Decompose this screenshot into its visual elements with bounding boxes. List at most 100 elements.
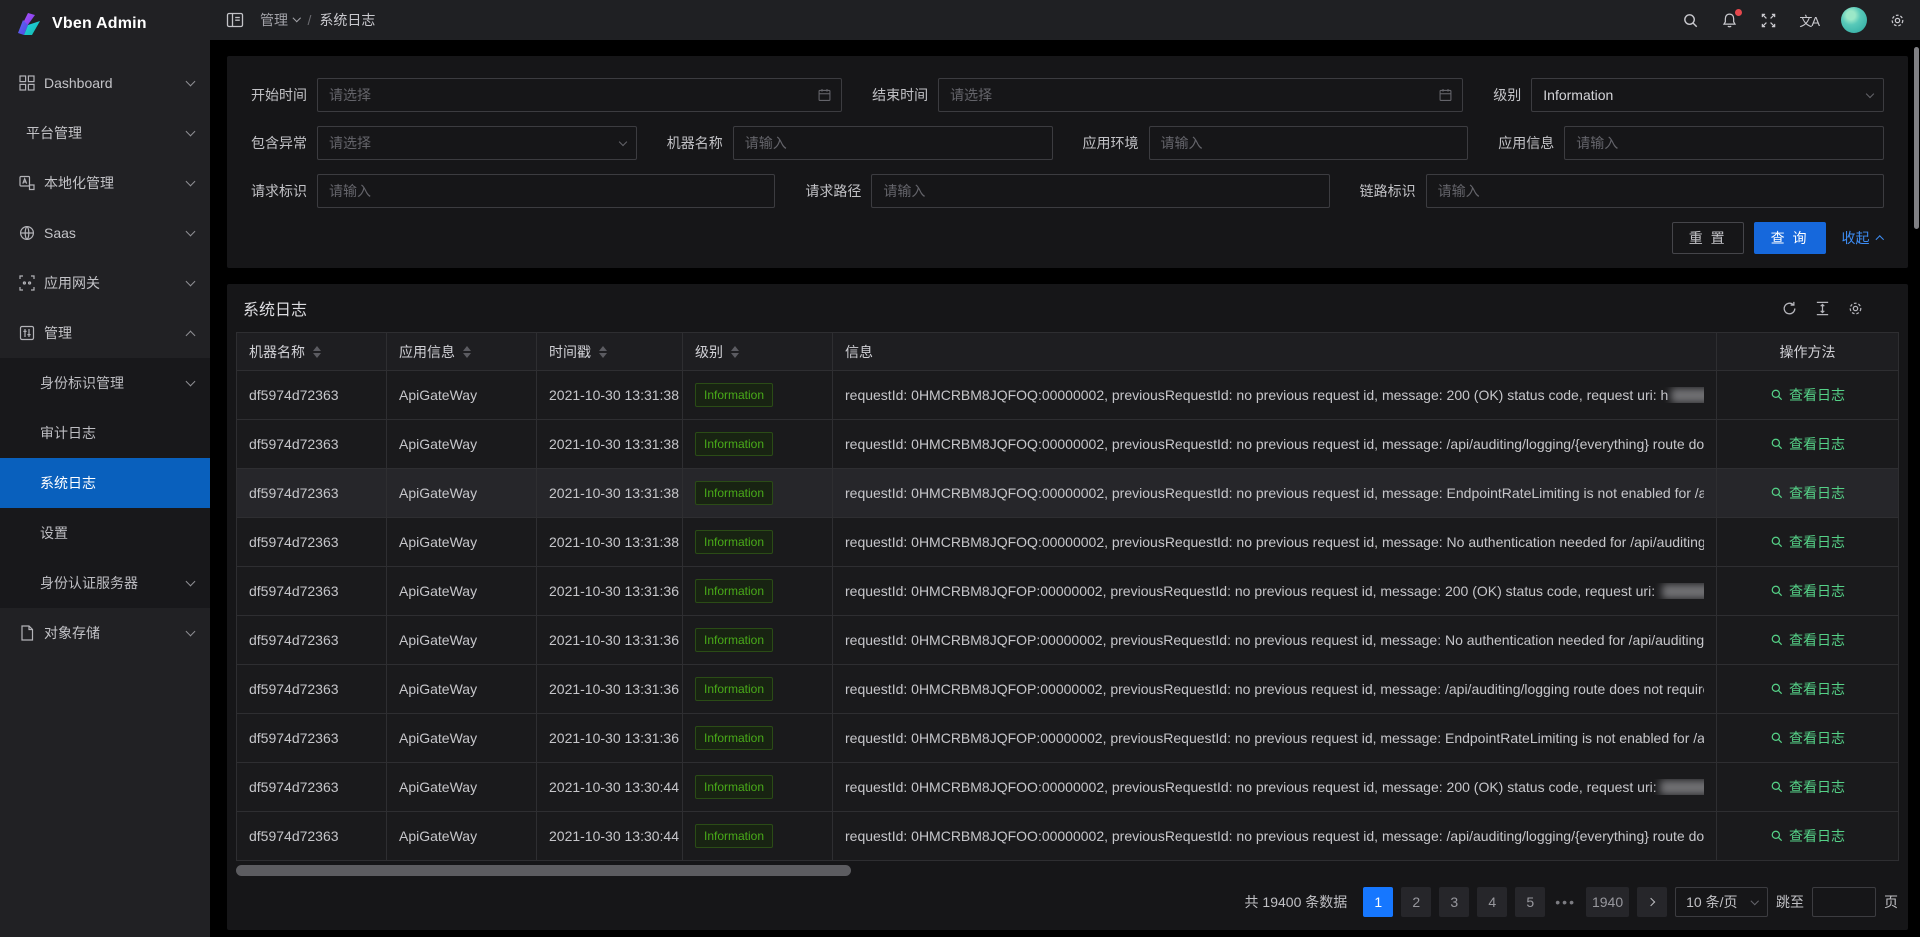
has-exception-label: 包含异常 <box>251 133 307 153</box>
search-icon[interactable] <box>1682 12 1699 29</box>
sidebar-item-dashboard[interactable]: Dashboard <box>0 58 210 108</box>
search-button[interactable]: 查 询 <box>1754 222 1826 254</box>
pagination-page-3[interactable]: 3 <box>1439 887 1469 917</box>
trace-id-input[interactable] <box>1426 174 1884 208</box>
column-header[interactable]: 机器名称 <box>237 333 387 371</box>
app-info-input[interactable] <box>1564 126 1884 160</box>
pagination-next-button[interactable] <box>1637 887 1667 917</box>
menu-fold-icon[interactable] <box>226 11 244 29</box>
sidebar-item-localization[interactable]: 本地化管理 <box>0 158 210 208</box>
notification-bell-icon[interactable] <box>1721 12 1738 29</box>
column-header[interactable]: 时间戳 <box>537 333 683 371</box>
cell-timestamp: 2021-10-30 13:30:44 <box>537 763 683 812</box>
form-row: 请求标识请求路径链路标识 <box>251 174 1884 208</box>
logo[interactable]: Vben Admin <box>0 0 210 48</box>
sidebar-item-management[interactable]: 管理 <box>0 308 210 358</box>
vben-logo-icon <box>14 10 42 38</box>
sidebar-item-object-storage[interactable]: 对象存储 <box>0 608 210 658</box>
request-id-input[interactable] <box>317 174 775 208</box>
chevron-down-icon <box>186 576 196 586</box>
translate-icon[interactable]: 文A <box>1799 11 1819 30</box>
end-time-input[interactable] <box>938 78 1463 112</box>
jump-page-input[interactable] <box>1812 887 1876 917</box>
pagination-ellipsis[interactable]: ••• <box>1553 894 1578 910</box>
chevron-down-icon <box>186 276 196 286</box>
cell-machine-name: df5974d72363 <box>237 518 387 567</box>
sidebar-item-identity-mgmt[interactable]: 身份标识管理 <box>0 358 210 408</box>
avatar[interactable] <box>1841 7 1867 33</box>
pagination-page-1[interactable]: 1 <box>1363 887 1393 917</box>
sidebar-item-platform[interactable]: 平台管理 <box>0 108 210 158</box>
reset-button[interactable]: 重 置 <box>1672 222 1744 254</box>
sidebar-item-label: Dashboard <box>44 75 187 91</box>
column-label: 机器名称 <box>249 342 305 362</box>
cell-timestamp: 2021-10-30 13:30:44 <box>537 812 683 861</box>
fullscreen-icon[interactable] <box>1760 12 1777 29</box>
breadcrumb-current: 系统日志 <box>319 10 375 30</box>
table-header-row: 机器名称应用信息时间戳级别信息操作方法 <box>237 333 1899 371</box>
refresh-icon[interactable] <box>1781 300 1798 317</box>
pagination-last-page[interactable]: 1940 <box>1586 887 1629 917</box>
sidebar-item-saas[interactable]: Saas <box>0 208 210 258</box>
column-header[interactable]: 级别 <box>683 333 833 371</box>
column-settings-gear-icon[interactable] <box>1847 300 1864 317</box>
settings-gear-icon[interactable] <box>1889 12 1906 29</box>
machine-name-input[interactable] <box>733 126 1053 160</box>
machine-name-label: 机器名称 <box>667 133 723 153</box>
sidebar-item-label: 身份认证服务器 <box>40 573 187 593</box>
level-badge: Information <box>695 579 773 603</box>
cell-actions: 查看日志 <box>1717 763 1899 812</box>
view-log-link[interactable]: 查看日志 <box>1770 434 1845 454</box>
cell-actions: 查看日志 <box>1717 371 1899 420</box>
start-time-input[interactable] <box>317 78 842 112</box>
cell-app-info: ApiGateWay <box>387 665 537 714</box>
view-log-link[interactable]: 查看日志 <box>1770 385 1845 405</box>
sort-caret-icon[interactable] <box>313 346 321 358</box>
view-log-link[interactable]: 查看日志 <box>1770 483 1845 503</box>
horizontal-scrollbar-track <box>236 865 1899 876</box>
request-path-input[interactable] <box>871 174 1329 208</box>
cell-app-info: ApiGateWay <box>387 371 537 420</box>
view-log-link[interactable]: 查看日志 <box>1770 826 1845 846</box>
request-path-label: 请求路径 <box>805 181 861 201</box>
column-header: 操作方法 <box>1717 333 1899 371</box>
view-log-link[interactable]: 查看日志 <box>1770 777 1845 797</box>
collapse-toggle[interactable]: 收起 <box>1842 228 1883 248</box>
column-header[interactable]: 应用信息 <box>387 333 537 371</box>
sidebar-item-system-log[interactable]: 系统日志 <box>0 458 210 508</box>
sort-caret-icon[interactable] <box>731 346 739 358</box>
cell-timestamp: 2021-10-30 13:31:38 <box>537 371 683 420</box>
page-size-select[interactable]: 10 条/页 <box>1675 887 1768 917</box>
sort-caret-icon[interactable] <box>463 346 471 358</box>
app-env-input[interactable] <box>1149 126 1469 160</box>
request-id-label: 请求标识 <box>251 181 307 201</box>
view-log-link[interactable]: 查看日志 <box>1770 581 1845 601</box>
pagination-page-2[interactable]: 2 <box>1401 887 1431 917</box>
row-height-icon[interactable] <box>1814 300 1831 317</box>
chevron-down-icon <box>620 141 626 145</box>
view-log-link[interactable]: 查看日志 <box>1770 728 1845 748</box>
pagination-page-5[interactable]: 5 <box>1515 887 1545 917</box>
sidebar-item-audit-log[interactable]: 审计日志 <box>0 408 210 458</box>
view-log-link[interactable]: 查看日志 <box>1770 532 1845 552</box>
view-log-link[interactable]: 查看日志 <box>1770 679 1845 699</box>
cell-level: Information <box>683 518 833 567</box>
vertical-scrollbar[interactable] <box>1914 47 1919 229</box>
has-exception-select[interactable]: 请选择 <box>317 126 637 160</box>
cell-timestamp: 2021-10-30 13:31:36 <box>537 665 683 714</box>
horizontal-scrollbar-thumb[interactable] <box>236 865 851 876</box>
cell-timestamp: 2021-10-30 13:31:36 <box>537 567 683 616</box>
sidebar-item-auth-server[interactable]: 身份认证服务器 <box>0 558 210 608</box>
sidebar-item-label: 对象存储 <box>44 623 187 643</box>
pagination-page-4[interactable]: 4 <box>1477 887 1507 917</box>
magnifier-icon <box>1770 486 1784 500</box>
sort-caret-icon[interactable] <box>599 346 607 358</box>
sidebar-item-gateway[interactable]: 应用网关 <box>0 258 210 308</box>
sidebar-item-settings[interactable]: 设置 <box>0 508 210 558</box>
breadcrumb-parent[interactable]: 管理 <box>260 10 300 30</box>
app-env-label: 应用环境 <box>1083 133 1139 153</box>
view-log-link[interactable]: 查看日志 <box>1770 630 1845 650</box>
cell-actions: 查看日志 <box>1717 567 1899 616</box>
level-select[interactable]: Information <box>1531 78 1884 112</box>
cell-level: Information <box>683 567 833 616</box>
